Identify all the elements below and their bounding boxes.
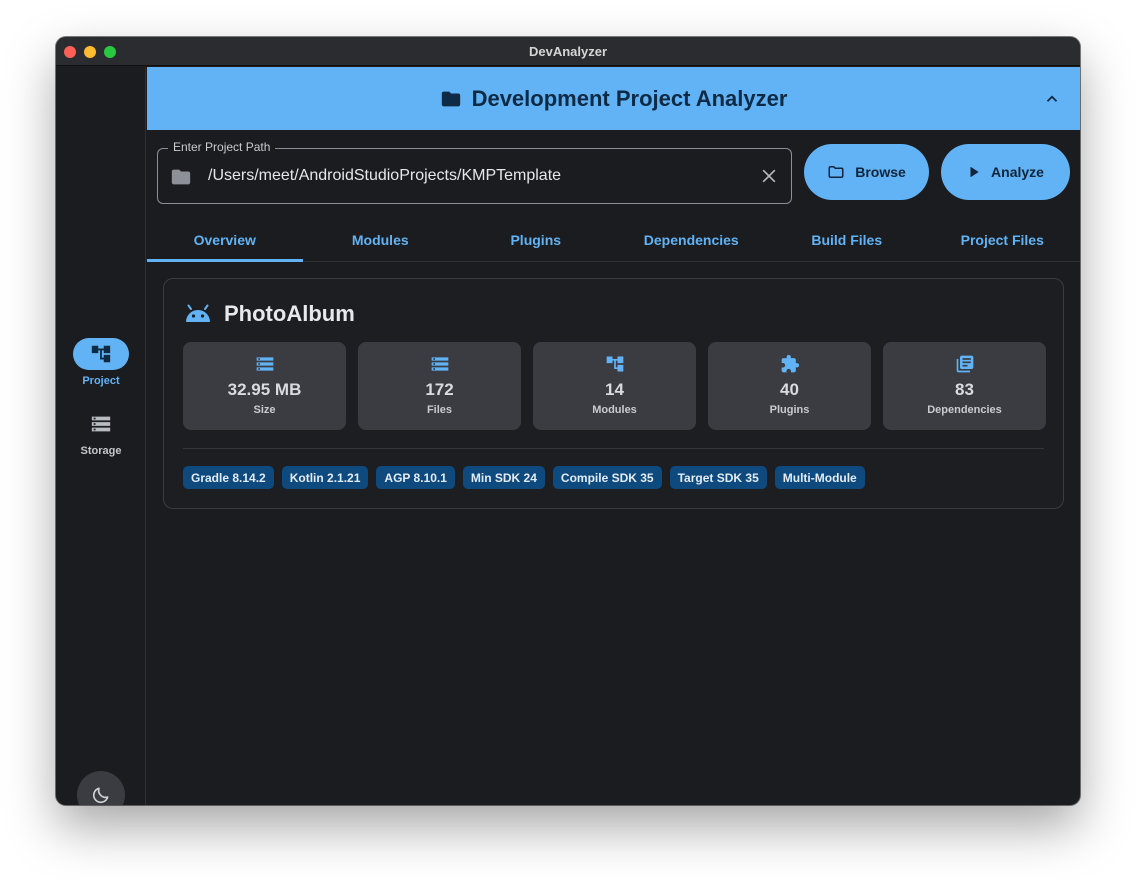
minimize-window-button[interactable] (84, 46, 96, 58)
sidebar-item-project-pill[interactable] (73, 338, 129, 370)
sidebar-item-storage[interactable]: Storage (56, 408, 146, 457)
folder-icon (171, 169, 191, 185)
stat-card-plugins: 40 Plugins (708, 342, 871, 430)
project-path-label: Enter Project Path (168, 140, 276, 154)
stat-label: Files (426, 404, 453, 416)
window-title: DevAnalyzer (528, 43, 608, 59)
tab-dependencies[interactable]: Dependencies (614, 218, 770, 261)
analyze-button-label: Analyze (991, 164, 1044, 180)
sidebar-item-storage-pill[interactable] (73, 408, 129, 440)
badge-kotlin: Kotlin 2.1.21 (281, 466, 369, 489)
stat-label: Size (253, 404, 276, 416)
library-icon (956, 355, 973, 373)
tab-plugins[interactable]: Plugins (458, 218, 614, 261)
storage-icon (91, 416, 111, 432)
tab-modules[interactable]: Modules (303, 218, 459, 261)
stat-card-dependencies: 83 Dependencies (883, 342, 1046, 430)
stat-label: Plugins (769, 404, 810, 416)
sidebar-item-label: Project (82, 375, 120, 387)
project-tree-icon (606, 356, 623, 372)
play-icon (970, 166, 979, 178)
tab-project-files[interactable]: Project Files (925, 218, 1081, 261)
stat-label: Dependencies (927, 404, 1002, 416)
android-icon (186, 304, 210, 322)
browse-button[interactable]: Browse (804, 144, 929, 200)
window-controls (64, 46, 116, 58)
badge-min-sdk: Min SDK 24 (462, 466, 545, 489)
app-window: DevAnalyzer Project Storage Development … (56, 37, 1080, 805)
badge-target-sdk: Target SDK 35 (669, 466, 767, 489)
folder-outline-icon (828, 166, 844, 178)
theme-toggle-button[interactable] (77, 771, 125, 805)
storage-icon (256, 357, 273, 371)
stat-card-files: 172 Files (358, 342, 521, 430)
maximize-window-button[interactable] (104, 46, 116, 58)
stat-value: 40 (780, 380, 799, 399)
sidebar-item-project[interactable]: Project (56, 338, 146, 387)
stat-label: Modules (592, 404, 637, 416)
title-bar: DevAnalyzer (56, 37, 1080, 66)
project-header: PhotoAlbum (184, 301, 355, 327)
browse-button-label: Browse (855, 164, 906, 180)
sidebar: Project Storage (56, 67, 146, 805)
badge-compile-sdk: Compile SDK 35 (552, 466, 662, 489)
main-content: Development Project Analyzer Enter Proje… (147, 67, 1080, 805)
project-path-field[interactable]: Enter Project Path (157, 140, 792, 204)
tab-bar: Overview Modules Plugins Dependencies Bu… (147, 218, 1080, 262)
stat-value: 83 (955, 380, 974, 399)
project-path-input[interactable] (208, 162, 748, 190)
collapse-header-button[interactable] (1040, 87, 1064, 111)
puzzle-icon (781, 354, 799, 373)
badge-agp: AGP 8.10.1 (376, 466, 455, 489)
divider (183, 448, 1044, 449)
header-banner: Development Project Analyzer (147, 67, 1080, 130)
tech-badges: Gradle 8.14.2 Kotlin 2.1.21 AGP 8.10.1 M… (183, 466, 865, 489)
tab-build-files[interactable]: Build Files (769, 218, 925, 261)
stat-value: 32.95 MB (227, 380, 302, 399)
analyze-button[interactable]: Analyze (941, 144, 1070, 200)
sidebar-item-label: Storage (80, 445, 122, 457)
project-tree-icon (91, 345, 111, 363)
stat-card-modules: 14 Modules (533, 342, 696, 430)
moon-icon (92, 787, 109, 804)
stat-card-size: 32.95 MB Size (183, 342, 346, 430)
stat-value: 14 (605, 380, 624, 399)
clear-path-icon[interactable] (759, 166, 779, 186)
close-window-button[interactable] (64, 46, 76, 58)
project-overview-card: PhotoAlbum 32.95 MB Size 172 Files 14 Mo… (163, 278, 1064, 509)
tab-overview[interactable]: Overview (147, 218, 303, 262)
stats-row: 32.95 MB Size 172 Files 14 Modules 40 Pl… (183, 342, 1046, 430)
project-name: PhotoAlbum (224, 301, 355, 326)
badge-gradle: Gradle 8.14.2 (183, 466, 274, 489)
folder-icon (441, 91, 460, 106)
chevron-up-icon (1046, 95, 1058, 102)
page-title: Development Project Analyzer (471, 85, 788, 111)
stat-value: 172 (425, 380, 454, 399)
badge-multi-module: Multi-Module (774, 466, 865, 489)
storage-icon (431, 357, 448, 371)
